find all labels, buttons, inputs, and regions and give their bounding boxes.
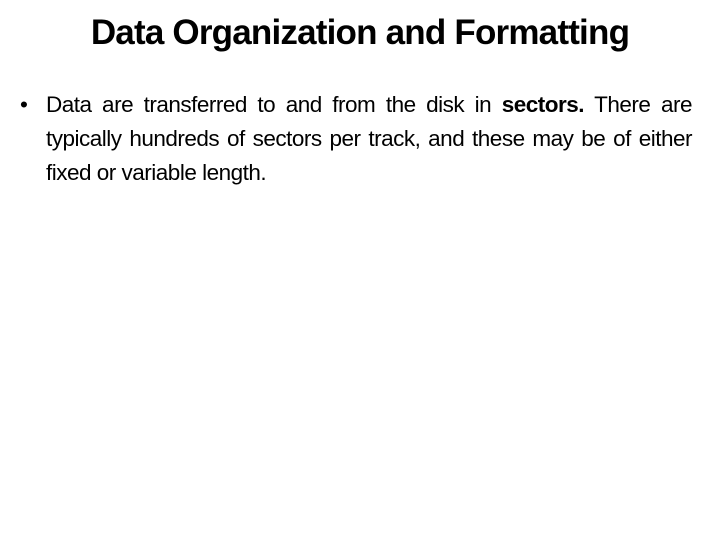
bullet-list: • Data are transferred to and from the d… [20,88,693,190]
slide-title: Data Organization and Formatting [90,13,630,52]
bullet-text-intro: Data are transferred to and from the dis… [46,92,502,117]
bullet-dot-icon: • [20,92,28,117]
bullet-item: • Data are transferred to and from the d… [20,88,693,190]
bullet-bold-term: sectors. [501,92,585,117]
